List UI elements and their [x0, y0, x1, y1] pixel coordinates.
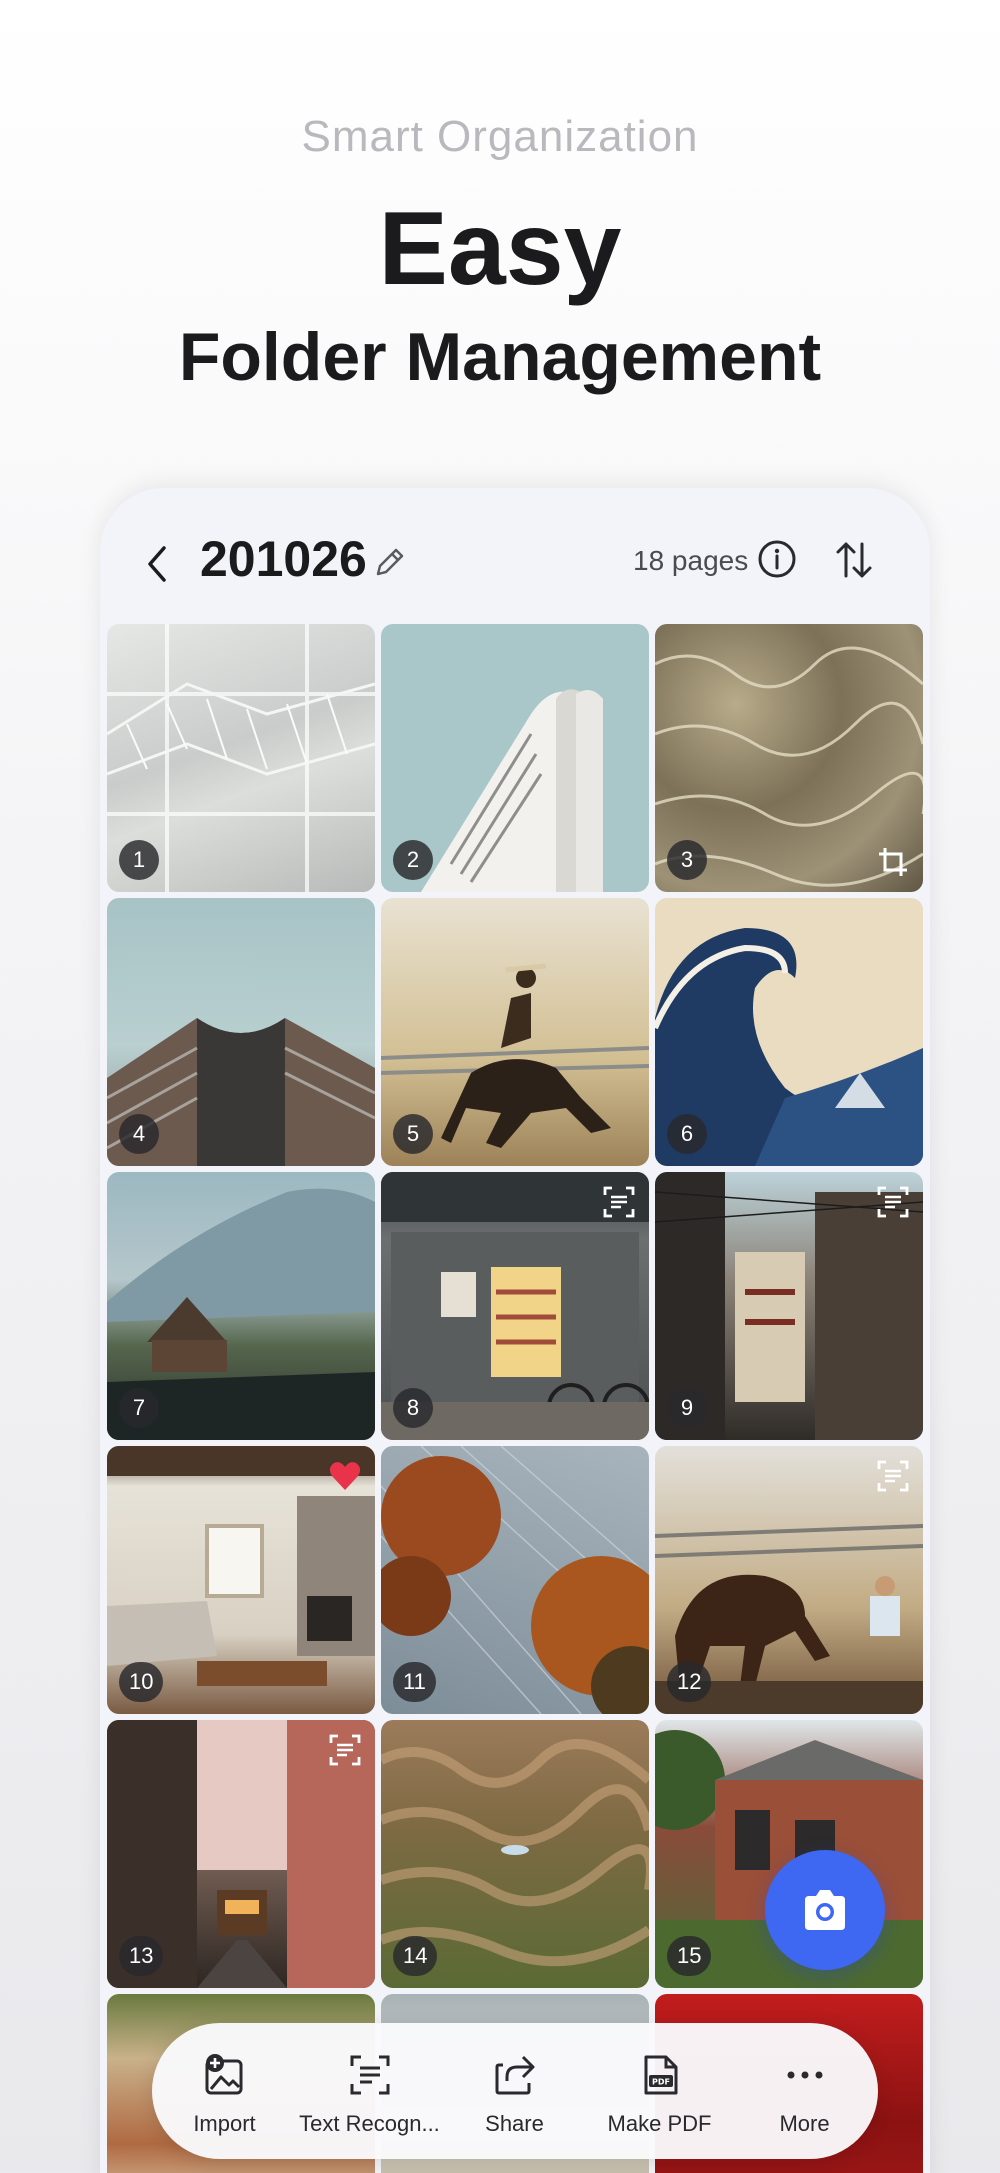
page-thumbnail-9[interactable]: 9 [655, 1172, 923, 1440]
text-recognized-badge [875, 1458, 911, 1494]
chevron-left-icon [148, 546, 166, 582]
text-recognized-badge [601, 1184, 637, 1220]
info-icon [758, 540, 796, 578]
page-number: 9 [667, 1388, 707, 1428]
share-button[interactable]: Share [442, 2023, 587, 2159]
page-number: 4 [119, 1114, 159, 1154]
text-recognition-button[interactable]: Text Recogn... [297, 2023, 442, 2159]
text-scan-icon [877, 1186, 909, 1218]
page-number: 5 [393, 1114, 433, 1154]
page-thumbnail-7[interactable]: 7 [107, 1172, 375, 1440]
page-number: 3 [667, 840, 707, 880]
page-thumbnail-13[interactable]: 13 [107, 1720, 375, 1988]
more-button[interactable]: More [732, 2023, 877, 2159]
folder-header: 201026 18 pages [100, 488, 930, 618]
pencil-icon [376, 548, 404, 576]
promo-title: Easy [378, 191, 622, 307]
page-thumbnail-1[interactable]: 1 [107, 624, 375, 892]
page-count: 18 pages [633, 545, 749, 576]
page-number: 8 [393, 1388, 433, 1428]
promo-title-secondary: Folder Management [178, 319, 822, 395]
sort-icon [836, 542, 872, 578]
text-scan-icon [329, 1734, 361, 1766]
text-recognized-badge [875, 1184, 911, 1220]
more-icon [787, 2071, 822, 2079]
page-number: 6 [667, 1114, 707, 1154]
favorite-badge [327, 1458, 363, 1494]
sort-button[interactable] [832, 538, 876, 582]
import-image-icon [205, 2054, 242, 2095]
page-thumbnail-2[interactable]: 2 [381, 624, 649, 892]
text-scan-icon [603, 1186, 635, 1218]
page-number: 14 [393, 1936, 438, 1976]
info-button[interactable] [756, 538, 798, 580]
crop-badge [875, 844, 911, 880]
pdf-icon: PDF [644, 2055, 677, 2095]
back-button[interactable] [140, 542, 176, 586]
bottom-toolbar: Import Text Recogn... Share PDF Make PDF… [152, 2023, 878, 2159]
page-thumbnail-8[interactable]: 8 [381, 1172, 649, 1440]
text-recognition-label: Text Recogn... [299, 2111, 440, 2136]
rename-button[interactable] [370, 542, 410, 582]
camera-button[interactable] [765, 1850, 885, 1970]
more-label: More [779, 2111, 830, 2136]
page-number: 12 [667, 1662, 712, 1702]
import-label: Import [193, 2111, 256, 2136]
page-number: 13 [119, 1936, 164, 1976]
page-thumbnail-14[interactable]: 14 [381, 1720, 649, 1988]
text-scan-icon [877, 1460, 909, 1492]
page-thumbnail-6[interactable]: 6 [655, 898, 923, 1166]
phone-screen: 201026 18 pages 1 2 3 4 5 6 7 8 9 10 11 … [100, 488, 930, 2173]
page-thumbnail-12[interactable]: 12 [655, 1446, 923, 1714]
page-number: 1 [119, 840, 159, 880]
page-number: 7 [119, 1388, 159, 1428]
page-thumbnail-10[interactable]: 10 [107, 1446, 375, 1714]
page-thumbnail-11[interactable]: 11 [381, 1446, 649, 1714]
text-recognition-icon [350, 2055, 389, 2095]
crop-icon [879, 848, 907, 876]
folder-title: 201026 [200, 531, 367, 587]
heart-icon [329, 1462, 361, 1490]
page-number: 11 [393, 1662, 436, 1702]
share-label: Share [485, 2111, 544, 2136]
text-recognized-badge [327, 1732, 363, 1768]
share-icon [495, 2055, 534, 2095]
import-button[interactable]: Import [152, 2023, 297, 2159]
page-thumbnail-3[interactable]: 3 [655, 624, 923, 892]
page-number: 15 [667, 1936, 712, 1976]
page-number: 2 [393, 840, 433, 880]
camera-icon [805, 1890, 845, 1930]
make-pdf-label: Make PDF [607, 2111, 712, 2136]
page-thumbnail-4[interactable]: 4 [107, 898, 375, 1166]
make-pdf-button[interactable]: PDF Make PDF [587, 2023, 732, 2159]
promo-subtitle: Smart Organization [301, 112, 699, 161]
page-number: 10 [119, 1662, 164, 1702]
svg-text:PDF: PDF [652, 2078, 670, 2087]
page-thumbnail-5[interactable]: 5 [381, 898, 649, 1166]
